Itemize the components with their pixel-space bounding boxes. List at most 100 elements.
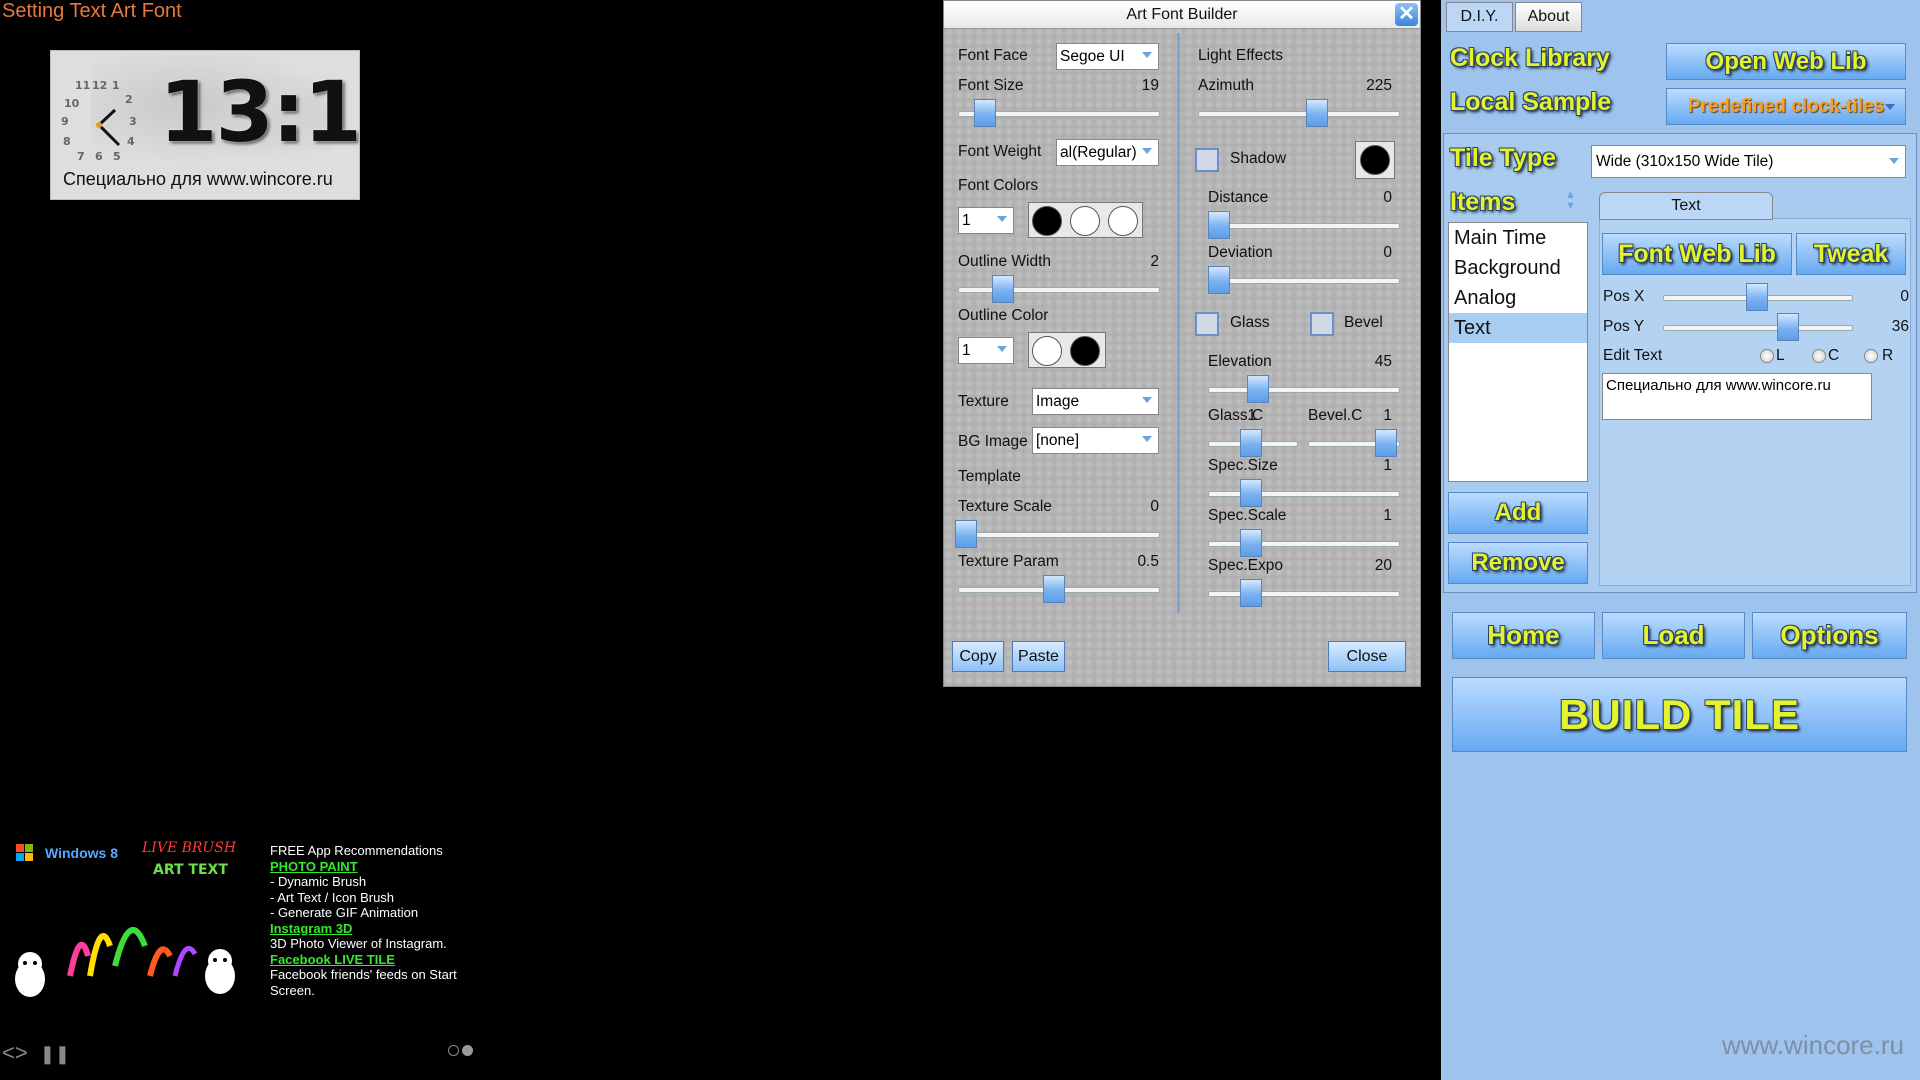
close-button[interactable]: Close [1328, 641, 1406, 672]
align-center-radio[interactable] [1812, 349, 1826, 363]
pause-icon[interactable]: ❚❚ [40, 1044, 70, 1064]
build-tile-button[interactable]: BUILD TILE [1452, 677, 1907, 752]
dial-number: 10 [64, 97, 80, 110]
edit-text-textarea[interactable]: Специально для www.wincore.ru [1602, 373, 1872, 420]
deviation-slider-track[interactable] [1208, 278, 1400, 284]
spec-size-label: Spec.Size [1208, 457, 1278, 474]
font-color-swatch-3[interactable] [1108, 206, 1138, 236]
promo-link-instagram-3d[interactable]: Instagram 3D [270, 921, 490, 937]
pos-y-slider-thumb[interactable] [1777, 313, 1799, 341]
elevation-slider-thumb[interactable] [1247, 375, 1269, 403]
bg-image-select[interactable]: [none] [1032, 427, 1159, 454]
spec-size-slider-thumb[interactable] [1240, 479, 1262, 507]
font-face-select[interactable]: Segoe UI [1056, 43, 1159, 70]
minute-hand [97, 123, 121, 147]
glass-c-slider-thumb[interactable] [1240, 429, 1262, 457]
pos-x-slider-thumb[interactable] [1746, 283, 1768, 311]
bg-image-label: BG Image [958, 433, 1028, 450]
spec-size-slider-track[interactable] [1208, 491, 1400, 497]
font-color-swatch-1[interactable] [1032, 206, 1062, 236]
distance-slider-thumb[interactable] [1208, 211, 1230, 239]
tab-about[interactable]: About [1515, 2, 1582, 32]
spec-scale-slider-thumb[interactable] [1240, 529, 1262, 557]
list-item[interactable]: Main Time [1449, 223, 1587, 253]
bevel-c-slider-thumb[interactable] [1375, 429, 1397, 457]
tile-time: 13:19 [159, 63, 360, 161]
font-size-label: Font Size [958, 77, 1024, 94]
spec-expo-value: 20 [1374, 557, 1392, 574]
tile-type-select[interactable]: Wide (310x150 Wide Tile) [1591, 145, 1906, 178]
load-button[interactable]: Load [1602, 612, 1745, 659]
shadow-color-swatch[interactable] [1360, 145, 1390, 175]
outline-color-swatch-2[interactable] [1070, 336, 1100, 366]
reorder-arrows-icon[interactable]: ▲ ▼ [1565, 190, 1576, 212]
outline-width-slider-thumb[interactable] [992, 275, 1014, 303]
font-web-lib-button[interactable]: Font Web Lib [1602, 233, 1792, 275]
font-colors-label: Font Colors [958, 177, 1039, 194]
windows-label: Windows 8 [45, 845, 118, 861]
distance-slider-track[interactable] [1208, 223, 1400, 229]
close-icon[interactable]: ✕ [1395, 3, 1418, 26]
spec-expo-slider-track[interactable] [1208, 591, 1400, 597]
tab-diy[interactable]: D.I.Y. [1446, 2, 1513, 32]
open-web-lib-button[interactable]: Open Web Lib [1666, 43, 1906, 80]
paste-button[interactable]: Paste [1012, 641, 1065, 672]
texture-scale-slider-track[interactable] [958, 532, 1160, 538]
tab-text[interactable]: Text [1599, 192, 1773, 220]
font-weight-select[interactable]: al(Regular) [1056, 139, 1159, 166]
chevron-down-icon [1885, 104, 1895, 110]
texture-select[interactable]: Image [1032, 388, 1159, 415]
spec-expo-slider-thumb[interactable] [1240, 579, 1262, 607]
home-button[interactable]: Home [1452, 612, 1595, 659]
azimuth-slider-thumb[interactable] [1306, 99, 1328, 127]
list-item[interactable]: Background [1449, 253, 1587, 283]
deviation-value: 0 [1383, 244, 1392, 261]
texture-scale-slider-thumb[interactable] [955, 520, 977, 548]
pos-x-label: Pos X [1603, 288, 1645, 305]
outline-width-slider-track[interactable] [958, 287, 1160, 293]
align-left-radio[interactable] [1760, 349, 1774, 363]
elevation-slider-track[interactable] [1208, 387, 1400, 393]
shadow-label: Shadow [1230, 150, 1287, 167]
bevel-checkbox[interactable] [1310, 312, 1334, 336]
outline-width-label: Outline Width [958, 253, 1052, 270]
spec-expo-label: Spec.Expo [1208, 557, 1283, 574]
glass-checkbox[interactable] [1195, 312, 1219, 336]
texture-param-slider-thumb[interactable] [1043, 575, 1065, 603]
outline-color-count-select[interactable]: 1 [958, 337, 1014, 364]
tweak-button[interactable]: Tweak [1796, 233, 1906, 275]
chevron-down-icon [997, 216, 1007, 222]
pager-dot-active[interactable] [462, 1045, 473, 1056]
dial-number: 12 [92, 79, 107, 92]
list-item[interactable]: Analog [1449, 283, 1587, 313]
list-item-selected[interactable]: Text [1449, 313, 1587, 343]
tile-type-label: Tile Type [1450, 144, 1557, 172]
promo-link-facebook-live-tile[interactable]: Facebook LIVE TILE [270, 952, 490, 968]
bevel-c-value: 1 [1383, 407, 1392, 424]
pager-dot[interactable] [448, 1045, 459, 1056]
prev-next-icon[interactable]: <> [2, 1040, 28, 1065]
windows-logo-icon [16, 844, 24, 852]
pos-y-slider-track[interactable] [1663, 325, 1853, 331]
texture-scale-label: Texture Scale [958, 498, 1052, 515]
add-button[interactable]: Add [1448, 492, 1588, 534]
font-color-swatch-2[interactable] [1070, 206, 1100, 236]
copy-button[interactable]: Copy [952, 641, 1004, 672]
azimuth-slider-track[interactable] [1198, 111, 1400, 117]
outline-color-swatch-1[interactable] [1032, 336, 1062, 366]
shadow-checkbox[interactable] [1195, 148, 1219, 172]
font-colors-count-select[interactable]: 1 [958, 207, 1014, 234]
art-text-logo: ART TEXT [153, 862, 228, 878]
options-button[interactable]: Options [1752, 612, 1907, 659]
pos-y-label: Pos Y [1603, 318, 1645, 335]
chevron-down-icon [1142, 436, 1152, 442]
align-right-radio[interactable] [1864, 349, 1878, 363]
remove-button[interactable]: Remove [1448, 542, 1588, 584]
spec-scale-slider-track[interactable] [1208, 541, 1400, 547]
deviation-slider-thumb[interactable] [1208, 266, 1230, 294]
promo-logos[interactable]: Windows 8 LIVE BRUSH ART TEXT [10, 836, 260, 1006]
font-face-label: Font Face [958, 47, 1028, 64]
predefined-clock-tiles-select[interactable]: Predefined clock-tiles [1666, 88, 1906, 125]
promo-link-photo-paint[interactable]: PHOTO PAINT [270, 859, 490, 875]
font-size-slider-thumb[interactable] [974, 99, 996, 127]
